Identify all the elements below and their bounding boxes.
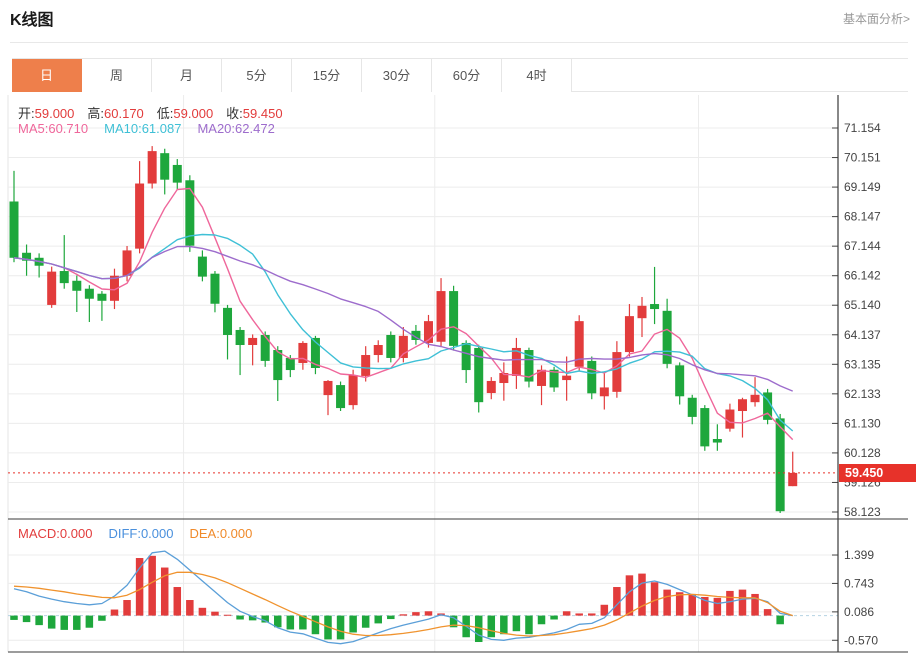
- legend-item: 开:59.000: [18, 106, 74, 121]
- ma-legend: MA5:60.710 MA10:61.087 MA20:62.472: [18, 121, 291, 136]
- legend-item: MA5:60.710: [18, 121, 88, 136]
- svg-text:62.133: 62.133: [844, 387, 881, 401]
- svg-text:-0.570: -0.570: [844, 633, 878, 647]
- legend-item: 高:60.170: [87, 106, 143, 121]
- svg-text:68.147: 68.147: [844, 210, 881, 224]
- svg-text:58.123: 58.123: [844, 505, 881, 519]
- svg-text:65.140: 65.140: [844, 298, 881, 312]
- svg-text:69.149: 69.149: [844, 180, 881, 194]
- legend-item: 低:59.000: [157, 106, 213, 121]
- svg-text:64.137: 64.137: [844, 328, 881, 342]
- legend-item: MA20:62.472: [197, 121, 274, 136]
- svg-text:1.399: 1.399: [844, 548, 874, 562]
- legend-item: 收:59.450: [226, 106, 282, 121]
- svg-text:67.144: 67.144: [844, 239, 881, 253]
- ohlc-legend: 开:59.000 高:60.170 低:59.000 收:59.450: [18, 103, 296, 122]
- legend-item: DIFF:0.000: [108, 526, 173, 541]
- legend-item: DEA:0.000: [189, 526, 252, 541]
- svg-text:61.130: 61.130: [844, 416, 881, 430]
- kline-chart-canvas[interactable]: 71.154 70.151 69.149 68.147 67.144 66.142 65.1…: [0, 0, 916, 659]
- svg-text:0.086: 0.086: [844, 605, 874, 619]
- legend-item: MA10:61.087: [104, 121, 181, 136]
- svg-text:71.154: 71.154: [844, 121, 881, 135]
- macd-legend: MACD:0.000 DIFF:0.000 DEA:0.000: [18, 526, 268, 541]
- svg-text:66.142: 66.142: [844, 269, 881, 283]
- svg-text:0.743: 0.743: [844, 576, 874, 590]
- legend-item: MACD:0.000: [18, 526, 92, 541]
- current-price-badge: 59.450: [839, 464, 916, 482]
- svg-text:70.151: 70.151: [844, 151, 881, 165]
- svg-text:63.135: 63.135: [844, 357, 881, 371]
- svg-text:60.128: 60.128: [844, 446, 881, 460]
